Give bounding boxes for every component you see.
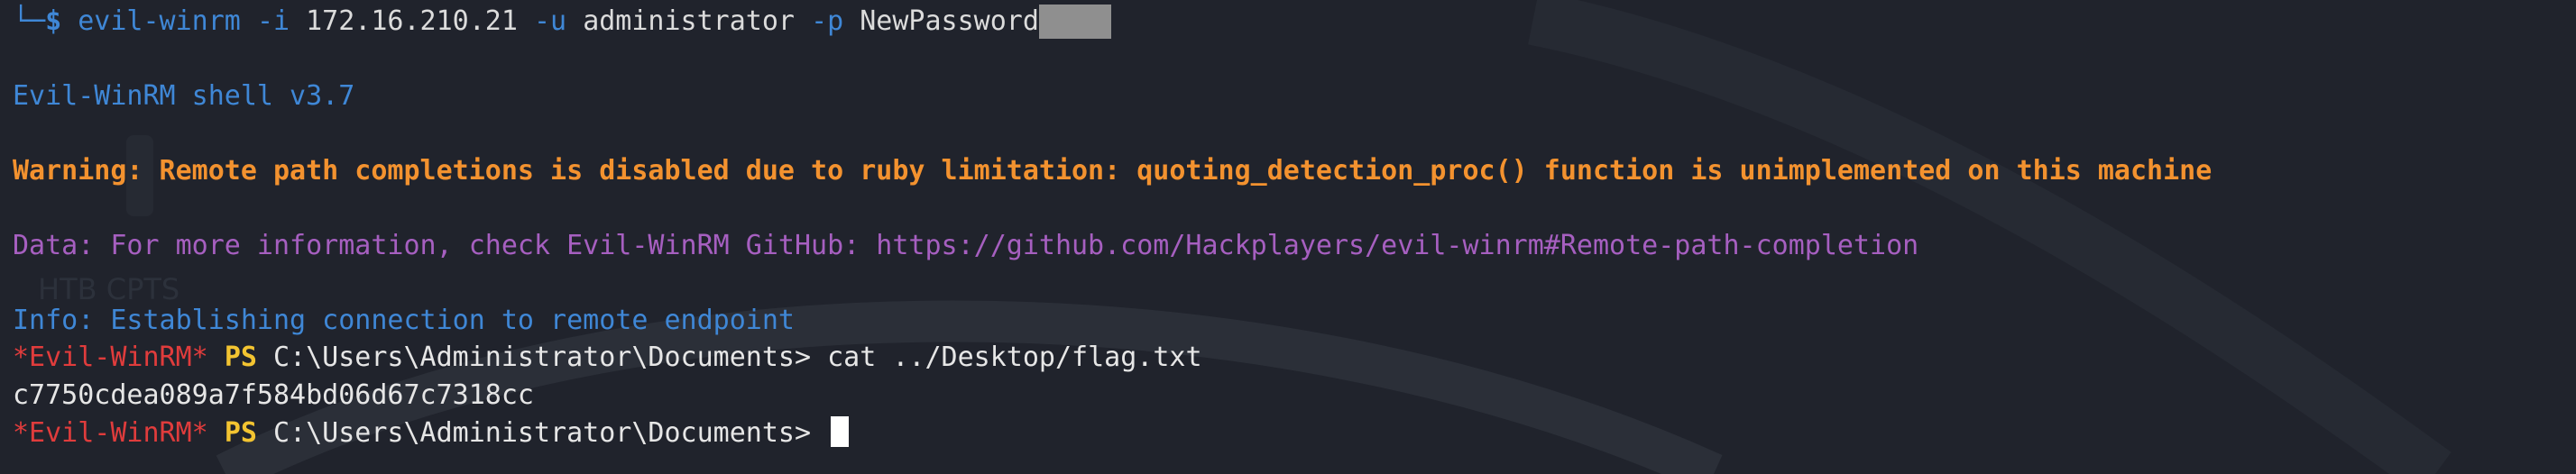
cwd-path: C:\Users\Administrator\Documents>: [273, 417, 812, 449]
ps-tag: PS: [224, 342, 257, 373]
arg-password: NewPassword: [860, 5, 1039, 37]
text-cursor[interactable]: [831, 416, 850, 447]
prompt-corner: └─: [13, 5, 46, 37]
command-line: └─$ evil-winrm -i 172.16.210.21 -u admin…: [13, 5, 1111, 39]
ps-tag: PS: [224, 417, 257, 449]
shell-command: cat ../Desktop/flag.txt: [827, 342, 1202, 373]
shell-line-2[interactable]: *Evil-WinRM* PS C:\Users\Administrator\D…: [13, 416, 850, 451]
flag-output: c7750cdea089a7f584bd06d67c7318cc: [13, 379, 534, 411]
prompt-dollar: $: [45, 5, 62, 37]
evil-tag: *Evil-WinRM*: [13, 342, 208, 373]
cwd-path: C:\Users\Administrator\Documents>: [273, 342, 812, 373]
command-name: evil-winrm: [78, 5, 241, 37]
arg-ip: 172.16.210.21: [306, 5, 518, 37]
flag-i: -i: [256, 5, 290, 37]
watermark-text: HTB CPTS: [38, 272, 179, 306]
data-line: Data: For more information, check Evil-W…: [13, 230, 1919, 261]
shell-line-1: *Evil-WinRM* PS C:\Users\Administrator\D…: [13, 341, 1202, 375]
info-line: Info: Establishing connection to remote …: [13, 305, 795, 336]
terminal-window[interactable]: HTB CPTS └─$ evil-winrm -i 172.16.210.21…: [0, 0, 2576, 474]
version-line: Evil-WinRM shell v3.7: [13, 80, 355, 112]
flag-u: -u: [534, 5, 567, 37]
warning-line: Warning: Remote path completions is disa…: [13, 155, 2213, 187]
flag-p: -p: [811, 5, 844, 37]
evil-tag: *Evil-WinRM*: [13, 417, 208, 449]
arg-user: administrator: [583, 5, 795, 37]
password-redaction: [1038, 5, 1111, 39]
